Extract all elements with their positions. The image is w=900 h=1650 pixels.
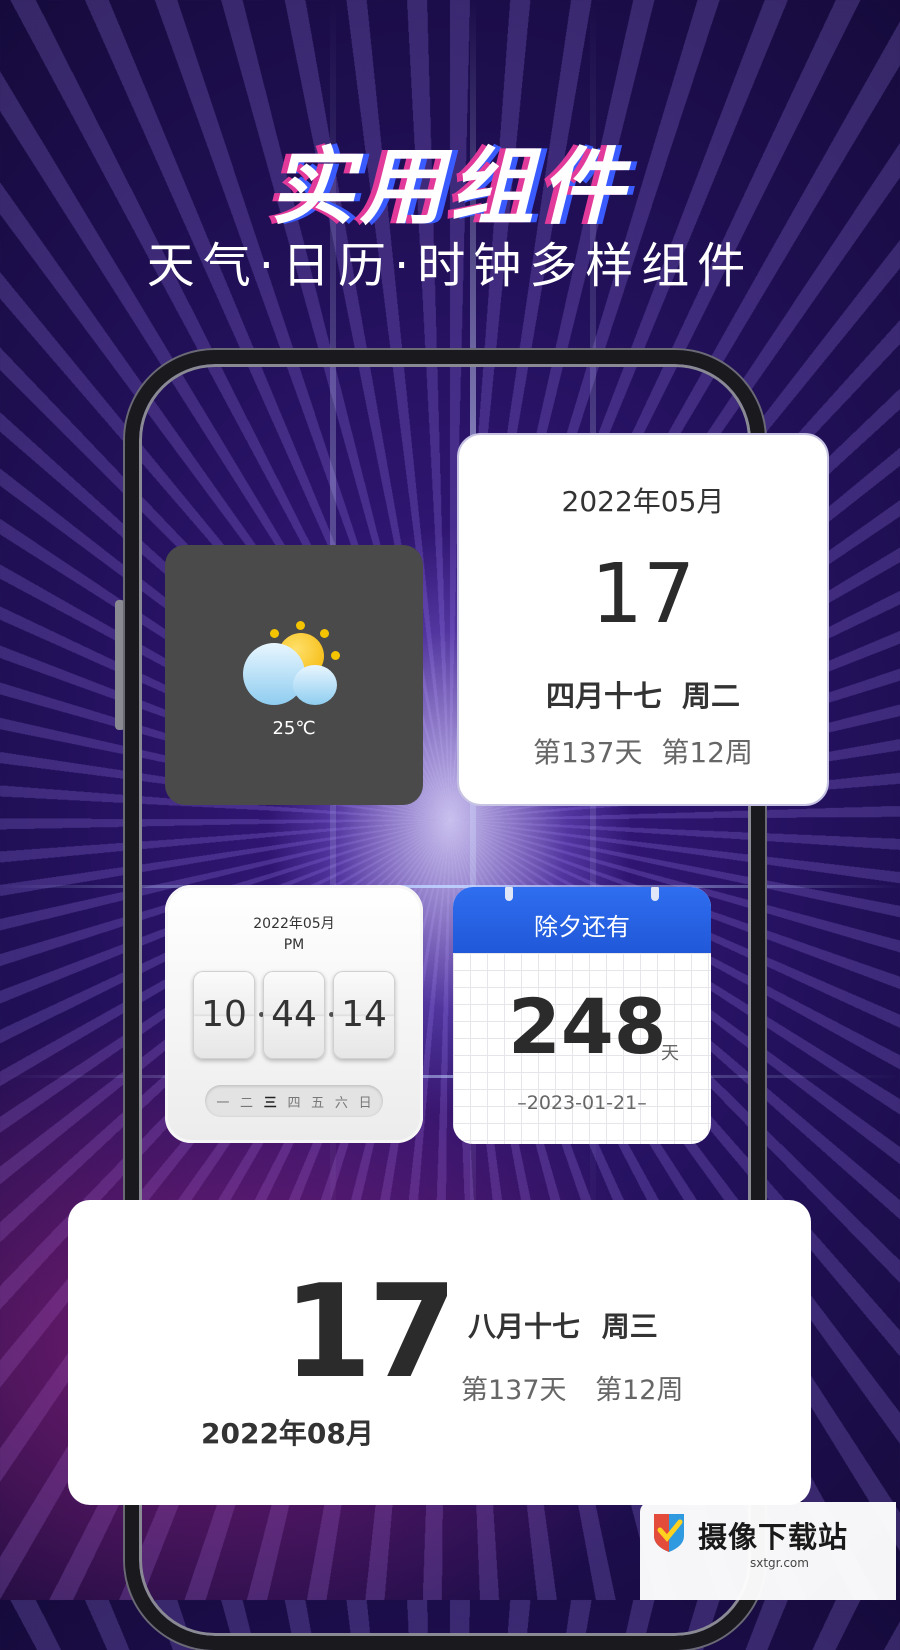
binder-ring-icon [651, 887, 659, 901]
phone-side-button [115, 600, 125, 730]
weekday-label: 六 [334, 1095, 348, 1111]
day-number: 17 [283, 1258, 457, 1407]
lunar-weekday-label: 八月十七 周三 [468, 1310, 658, 1343]
weekday-label: 四 [287, 1095, 301, 1111]
page-subtitle: 天气·日历·时钟多样组件 [146, 238, 754, 294]
weekday-label-active: 三 [263, 1095, 277, 1111]
weekday-label: 一 [216, 1095, 230, 1111]
countdown-widget[interactable]: 除夕还有 248 天 –2023-01-21– [453, 887, 711, 1144]
seconds-tile: 14 [333, 971, 395, 1059]
countdown-title: 除夕还有 [534, 913, 630, 941]
weekday-label: 日 [358, 1095, 372, 1111]
lunar-weekday-label: 四月十七 周二 [545, 679, 741, 713]
temperature-label: 25℃ [272, 718, 316, 739]
year-month-label: 2022年05月 [561, 485, 725, 518]
weekday-bar: 一 二 三 四 五 六 日 [205, 1085, 383, 1117]
year-month-label: 2022年08月 [201, 1417, 374, 1450]
brand-site: sxtgr.com [750, 1556, 809, 1570]
brand-logo-icon [654, 1514, 684, 1552]
brand-name: 摄像下载站 [698, 1520, 849, 1554]
watermark: 摄像下载站 sxtgr.com [640, 1502, 896, 1600]
weekday-label: 二 [240, 1095, 254, 1111]
binder-ring-icon [505, 887, 513, 901]
weather-widget[interactable]: 25℃ [165, 545, 423, 805]
weekday-label: 五 [311, 1095, 325, 1111]
flip-clock-widget[interactable]: 2022年05月 PM 10 44 14 一 二 三 四 五 六 日 [165, 885, 423, 1143]
countdown-unit: 天 [661, 1043, 679, 1064]
hours-tile: 10 [193, 971, 255, 1059]
year-month-label: 2022年05月 [253, 916, 335, 932]
countdown-target-date: –2023-01-21– [517, 1092, 647, 1114]
period-label: PM [283, 937, 305, 953]
countdown-days: 248 [508, 982, 667, 1071]
minutes-tile: 44 [263, 971, 325, 1059]
page-title: 实用组件 [269, 138, 630, 236]
day-number: 17 [590, 547, 696, 642]
day-week-info: 第137天 第12周 [533, 736, 753, 769]
large-calendar-widget[interactable]: 17 2022年08月 八月十七 周三 第137天 第12周 [68, 1200, 811, 1505]
day-week-info: 第137天 第12周 [461, 1375, 684, 1406]
calendar-widget[interactable]: 2022年05月 17 四月十七 周二 第137天 第12周 [457, 433, 829, 806]
